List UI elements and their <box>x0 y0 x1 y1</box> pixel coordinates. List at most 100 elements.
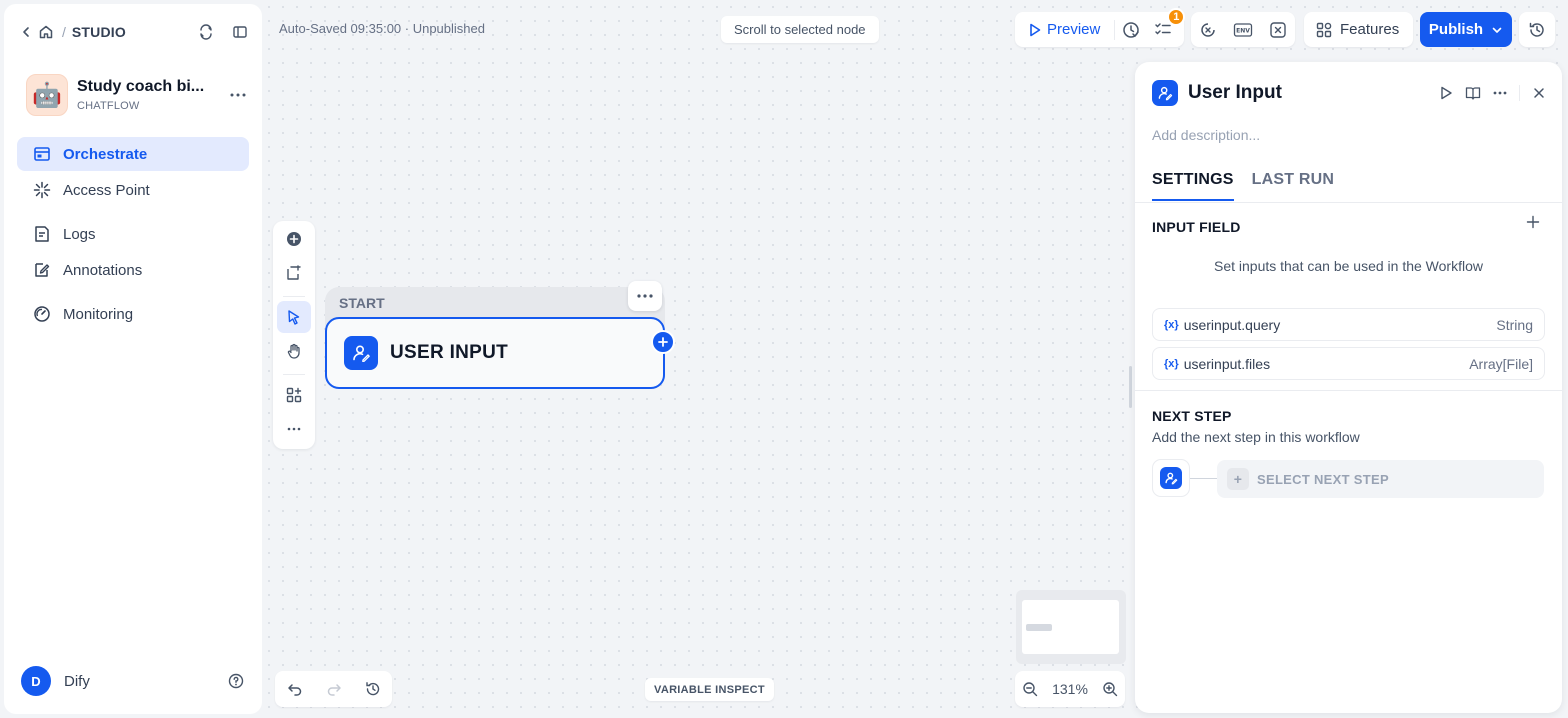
panel-header: User Input <box>1152 80 1546 106</box>
zoom-level[interactable]: 131% <box>1052 681 1088 697</box>
add-input-icon[interactable] <box>1526 215 1540 229</box>
play-icon <box>1029 23 1041 37</box>
workflow-history-icon[interactable] <box>365 681 381 697</box>
app-more-icon[interactable] <box>230 93 246 97</box>
minimap[interactable] <box>1016 590 1126 664</box>
zoom-in-icon[interactable] <box>1102 681 1118 697</box>
pointer-mode-button[interactable] <box>277 301 311 333</box>
sidebar-item-orchestrate[interactable]: Orchestrate <box>17 137 249 171</box>
sidebar-item-label: Annotations <box>63 261 143 279</box>
global-vars-button[interactable] <box>1264 12 1292 47</box>
version-history-button[interactable] <box>1519 12 1555 47</box>
variable-row[interactable]: {x} userinput.query String <box>1152 308 1545 341</box>
variable-name: userinput.files <box>1183 355 1271 372</box>
next-step-hint: Add the next step in this workflow <box>1152 429 1360 445</box>
help-book-icon[interactable] <box>1465 85 1481 101</box>
sidebar-item-logs[interactable]: Logs <box>17 217 249 251</box>
access-point-icon <box>33 181 51 199</box>
annotations-icon <box>33 261 51 279</box>
organize-blocks-button[interactable] <box>277 379 311 411</box>
select-next-step-label: SELECT NEXT STEP <box>1257 471 1389 487</box>
variable-x-icon: {x} <box>1164 357 1179 370</box>
history-icon <box>1528 21 1546 39</box>
redo-icon[interactable] <box>326 681 342 697</box>
publish-button[interactable]: Publish <box>1420 12 1512 47</box>
note-icon <box>286 265 302 281</box>
preview-label: Preview <box>1047 21 1101 38</box>
panel-title[interactable]: User Input <box>1188 82 1282 104</box>
description-field[interactable]: Add description... <box>1152 127 1260 143</box>
env-group: ENV <box>1191 12 1295 47</box>
select-next-step-button[interactable]: + SELECT NEXT STEP <box>1217 460 1544 498</box>
avatar[interactable]: D <box>21 666 51 696</box>
run-step-icon[interactable] <box>1439 86 1453 100</box>
hand-mode-button[interactable] <box>277 335 311 367</box>
help-icon[interactable] <box>228 673 244 689</box>
connector-line <box>1190 475 1218 482</box>
home-icon[interactable] <box>36 22 56 42</box>
node-settings-panel: User Input Add description... SETTINGS L… <box>1135 62 1562 713</box>
undo-icon[interactable] <box>287 681 303 697</box>
panel-resize-handle[interactable] <box>1129 366 1132 408</box>
add-note-button[interactable] <box>277 257 311 289</box>
sidebar: / STUDIO 🤖 Study coach bi... CHATFLOW Or… <box>4 4 262 714</box>
current-node-chip <box>1152 459 1190 497</box>
zoom-out-icon[interactable] <box>1022 681 1038 697</box>
run-history-icon <box>1122 21 1140 39</box>
add-circle-icon <box>286 231 302 247</box>
conversation-variables-icon <box>1199 21 1217 39</box>
add-next-node-icon[interactable] <box>651 330 675 354</box>
close-icon[interactable] <box>1532 86 1546 100</box>
panel-more-icon[interactable] <box>1493 91 1507 95</box>
sidebar-item-access-point[interactable]: Access Point <box>17 173 249 207</box>
input-field-hint: Set inputs that can be used in the Workf… <box>1213 258 1483 274</box>
preview-button[interactable]: Preview <box>1015 12 1114 47</box>
variable-inspect-button[interactable]: VARIABLE INSPECT <box>645 678 774 701</box>
organize-grid-icon <box>286 387 302 403</box>
breadcrumb-separator: / <box>62 24 66 40</box>
conversation-vars-button[interactable] <box>1194 12 1222 47</box>
undo-redo-bar <box>275 671 392 707</box>
variable-row[interactable]: {x} userinput.files Array[File] <box>1152 347 1545 380</box>
minimap-node <box>1026 624 1052 631</box>
sidebar-item-annotations[interactable]: Annotations <box>17 253 249 287</box>
user-name[interactable]: Dify <box>64 673 90 690</box>
monitoring-icon <box>33 305 51 323</box>
tab-last-run[interactable]: LAST RUN <box>1252 171 1334 201</box>
breadcrumb-studio[interactable]: STUDIO <box>72 24 126 40</box>
user-input-icon <box>344 336 378 370</box>
preview-group: Preview 1 <box>1015 8 1186 47</box>
user-section: D Dify <box>21 666 244 696</box>
checklist-badge: 1 <box>1167 8 1186 26</box>
sidebar-item-label: Access Point <box>63 181 150 199</box>
next-step-title: NEXT STEP <box>1152 408 1232 424</box>
variable-name: userinput.query <box>1183 316 1281 333</box>
user-input-icon <box>1160 467 1182 489</box>
switch-app-icon[interactable] <box>196 22 216 42</box>
node-body[interactable]: USER INPUT <box>325 317 665 389</box>
auto-saved-status: Auto-Saved 09:35:00 · Unpublished <box>279 21 485 36</box>
variable-x-icon <box>1269 21 1287 39</box>
more-tools-button[interactable] <box>277 413 311 445</box>
zoom-controls: 131% <box>1015 671 1125 707</box>
canvas-toolbar <box>273 221 315 449</box>
back-chevron-icon[interactable] <box>16 22 36 42</box>
node-title: USER INPUT <box>390 342 509 363</box>
app-type: CHATFLOW <box>77 100 140 112</box>
features-button[interactable]: Features <box>1304 12 1413 47</box>
scroll-to-selected-button[interactable]: Scroll to selected node <box>721 16 879 43</box>
app-card[interactable]: 🤖 Study coach bi... CHATFLOW <box>26 73 246 117</box>
node-header-label: START <box>339 295 385 311</box>
sidebar-item-monitoring[interactable]: Monitoring <box>17 297 249 331</box>
collapse-sidebar-icon[interactable] <box>230 22 250 42</box>
add-node-button[interactable] <box>277 223 311 255</box>
user-input-icon <box>1152 80 1178 106</box>
env-vars-button[interactable]: ENV <box>1229 12 1257 47</box>
checklist-button[interactable]: 1 <box>1147 8 1186 47</box>
tab-settings[interactable]: SETTINGS <box>1152 171 1234 201</box>
user-input-node[interactable]: START USER INPUT <box>325 281 665 389</box>
variable-type: Array[File] <box>1469 355 1533 372</box>
run-history-button[interactable] <box>1115 12 1147 47</box>
node-more-icon[interactable] <box>628 281 662 311</box>
chevron-down-icon <box>1491 24 1503 36</box>
